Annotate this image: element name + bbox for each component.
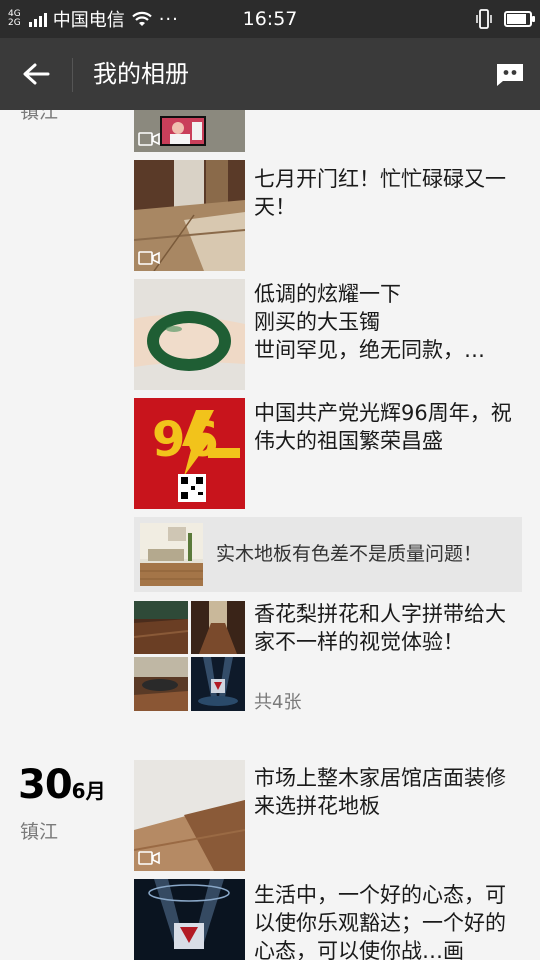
photo-grid-item[interactable] <box>191 657 245 711</box>
date-month: 6月 <box>71 779 106 803</box>
shared-link-thumbnail <box>140 523 203 586</box>
shared-link[interactable]: 实木地板有色差不是质量问题！ <box>134 517 522 592</box>
post-location: 镇江 <box>20 110 59 123</box>
living-room-image <box>140 523 203 586</box>
video-icon <box>138 132 160 146</box>
title-divider <box>72 58 73 92</box>
clock: 16:57 <box>242 8 298 30</box>
date-day: 30 <box>18 762 73 808</box>
vibrate-icon <box>476 9 492 29</box>
status-right <box>476 0 535 38</box>
video-thumbnail-partial[interactable] <box>134 110 245 152</box>
status-bar: 4G 2G 中国电信 ··· 16:57 <box>0 0 540 38</box>
post-thumbnail[interactable]: 96 <box>134 398 245 509</box>
post-location: 镇江 <box>20 821 59 843</box>
photo-grid-item[interactable] <box>134 601 188 654</box>
video-icon <box>138 251 160 265</box>
hallway-photo-image <box>191 601 245 654</box>
post-text[interactable]: 市场上整木家居馆店面装修来选拼花地板 <box>254 764 516 820</box>
post-text[interactable]: 低调的炫耀一下 刚买的大玉镯 世间罕见，绝无同款，… <box>254 280 516 364</box>
album-timeline[interactable]: 镇江 七月开门红！忙忙碌碌又一天！ 低调的炫耀一下 刚买的大玉镯 世间罕见，绝无… <box>0 110 540 960</box>
post-text[interactable]: 中国共产党光辉96周年，祝伟大的祖国繁荣昌盛 <box>254 399 516 455</box>
anniversary-poster-image: 96 <box>134 398 245 509</box>
photo-count: 共4张 <box>254 692 302 713</box>
photo-grid-item[interactable] <box>191 601 245 654</box>
post-thumbnail[interactable] <box>134 879 245 960</box>
post-thumbnail[interactable] <box>134 760 245 871</box>
page-title: 我的相册 <box>93 60 189 88</box>
post-text[interactable]: 七月开门红！忙忙碌碌又一天！ <box>254 165 516 221</box>
battery-level <box>507 14 526 24</box>
messages-button[interactable] <box>490 54 530 94</box>
post-text[interactable]: 生活中，一个好的心态，可以使你乐观豁达；一个好的心态，可以使你战…画 <box>254 881 516 960</box>
floor-photo-image <box>134 601 188 654</box>
battery-icon <box>504 11 535 27</box>
post-text[interactable]: 香花梨拼花和人字拼带给大家不一样的视觉体验！ <box>254 600 516 656</box>
dining-photo-image <box>134 657 188 711</box>
post-thumbnail[interactable] <box>134 160 245 271</box>
back-button[interactable] <box>12 50 60 98</box>
shared-link-title: 实木地板有色差不是质量问题！ <box>216 543 483 565</box>
post-thumbnail[interactable] <box>134 279 245 390</box>
stage-logo-image <box>191 657 245 711</box>
back-arrow-icon <box>23 63 50 85</box>
stage-logo-image <box>134 879 245 960</box>
title-bar: 我的相册 <box>0 38 540 110</box>
jade-bracelet-image <box>134 279 245 390</box>
photo-grid-item[interactable] <box>134 657 188 711</box>
message-icon <box>497 64 523 86</box>
video-icon <box>138 851 160 865</box>
date-label: 306月 <box>18 762 106 808</box>
